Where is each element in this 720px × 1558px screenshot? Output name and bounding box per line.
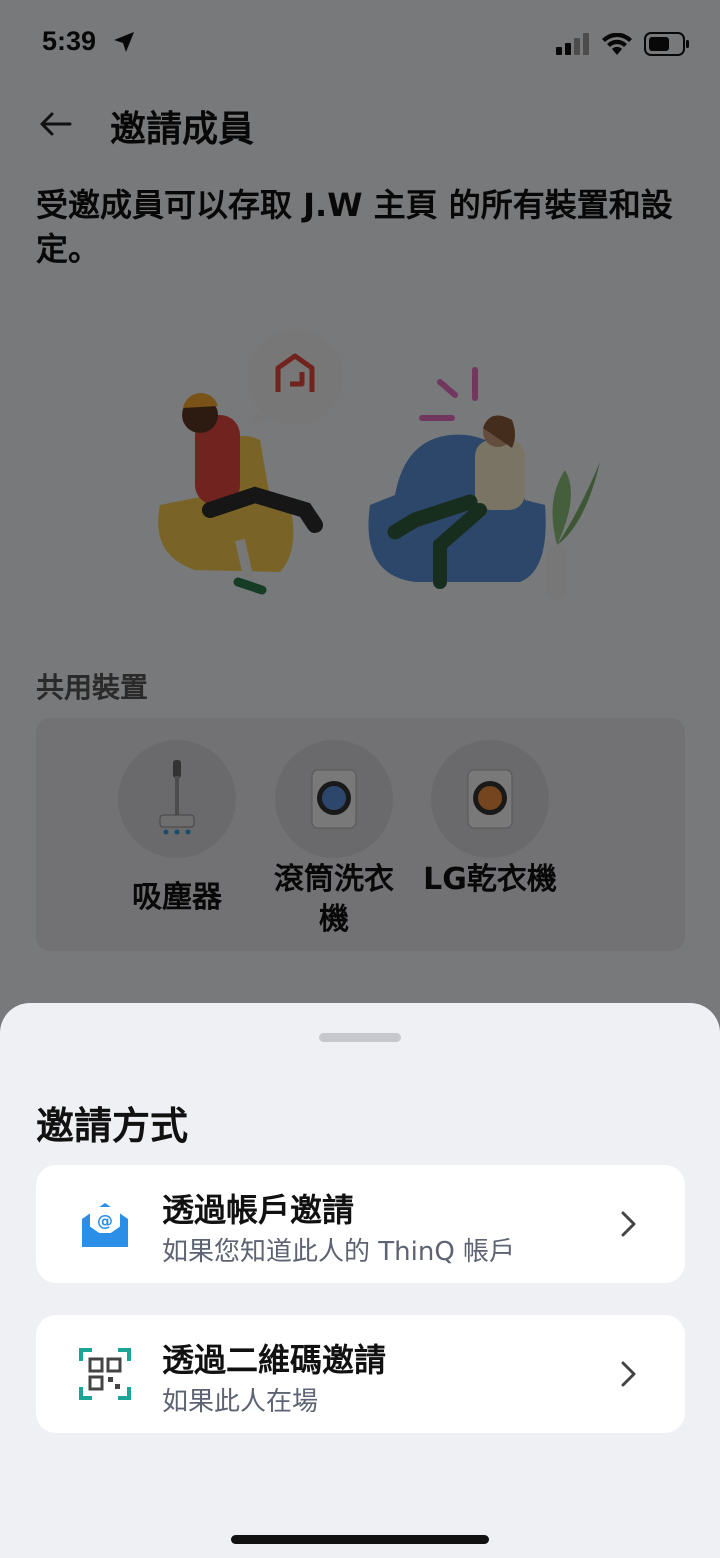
- chevron-right-icon: [621, 1211, 636, 1237]
- option-subtitle: 如果此人在場: [162, 1387, 319, 1417]
- sheet-grabber[interactable]: [319, 1033, 401, 1042]
- option-title: 透過二維碼邀請: [162, 1341, 387, 1379]
- option-title: 透過帳戶邀請: [162, 1191, 355, 1229]
- chevron-right-icon: [621, 1361, 636, 1387]
- svg-text:@: @: [97, 1211, 113, 1230]
- qr-code-icon: [79, 1348, 131, 1400]
- option-subtitle: 如果您知道此人的 ThinQ 帳戶: [162, 1237, 516, 1267]
- invite-by-account-option[interactable]: @ 透過帳戶邀請 如果您知道此人的 ThinQ 帳戶: [36, 1165, 685, 1283]
- invite-method-sheet: 邀請方式 @ 透過帳戶邀請 如果您知道此人的 ThinQ 帳戶 透過二維碼邀請 …: [0, 1003, 720, 1558]
- sheet-title: 邀請方式: [36, 1104, 189, 1148]
- home-indicator[interactable]: [231, 1535, 489, 1544]
- invite-by-qr-option[interactable]: 透過二維碼邀請 如果此人在場: [36, 1315, 685, 1433]
- email-invite-icon: @: [82, 1203, 128, 1247]
